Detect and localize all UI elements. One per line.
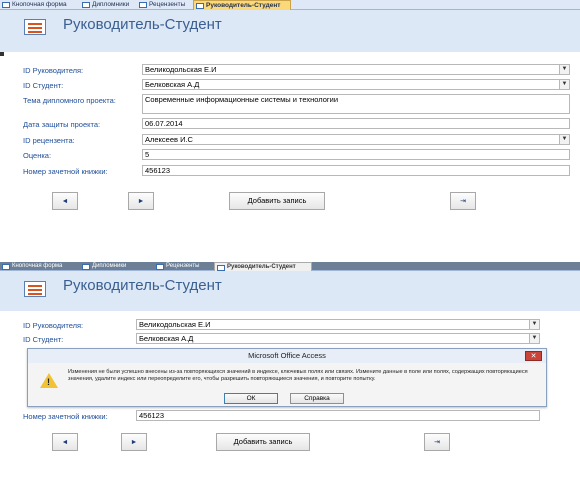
student-combo[interactable]: Белковская А.Д ▼ <box>136 333 540 344</box>
topic-field[interactable]: Современные информационные системы и тех… <box>142 94 570 114</box>
supervisor-combo[interactable]: Великодольская Е.И ▼ <box>142 64 570 75</box>
form-icon <box>196 3 204 9</box>
form-title: Руководитель-Студент <box>63 16 222 33</box>
form-icon <box>24 281 46 297</box>
record-book-label: Номер зачетной книжки: <box>23 412 108 421</box>
previous-record-button[interactable]: ◄ <box>52 433 78 451</box>
add-record-button[interactable]: Добавить запись <box>216 433 310 451</box>
record-book-field[interactable]: 456123 <box>142 165 570 176</box>
table-icon <box>156 264 164 270</box>
tab-graduates[interactable]: Дипломники <box>80 262 138 271</box>
close-icon[interactable]: ✕ <box>525 351 542 361</box>
student-combo[interactable]: Белковская А.Д ▼ <box>142 79 570 90</box>
arrow-right-icon: ► <box>130 439 138 446</box>
help-button[interactable]: Справка <box>290 393 344 404</box>
tab-reviewers[interactable]: Рецензенты <box>137 0 191 10</box>
form-icon <box>2 2 10 8</box>
access-form-screen-1: Кнопочная форма Дипломники Рецензенты Ру… <box>0 0 580 215</box>
arrow-left-icon: ◄ <box>61 439 69 446</box>
chevron-down-icon[interactable]: ▼ <box>529 320 539 329</box>
dialog-message: Изменения не были успешно внесены из-за … <box>68 369 528 382</box>
form-icon <box>24 19 46 35</box>
tab-switchboard[interactable]: Кнопочная форма <box>0 0 78 10</box>
topic-label: Тема дипломного проекта: <box>23 96 116 105</box>
arrow-left-icon: ◄ <box>61 198 69 205</box>
form-title: Руководитель-Студент <box>63 277 222 294</box>
record-book-label: Номер зачетной книжки: <box>23 167 108 176</box>
exit-button[interactable]: ⇥ <box>424 433 450 451</box>
tab-graduates[interactable]: Дипломники <box>80 0 135 10</box>
record-book-field[interactable]: 456123 <box>136 410 540 421</box>
next-record-button[interactable]: ► <box>121 433 147 451</box>
dialog-title: Microsoft Office Access <box>28 349 546 363</box>
reviewer-combo[interactable]: Алексеев И.С ▼ <box>142 134 570 145</box>
supervisor-combo[interactable]: Великодольская Е.И ▼ <box>136 319 540 330</box>
exit-door-icon: ⇥ <box>460 198 466 205</box>
previous-record-button[interactable]: ◄ <box>52 192 78 210</box>
document-tab-bar: Кнопочная форма Дипломники Рецензенты Ру… <box>0 262 580 271</box>
form-header: Руководитель-Студент <box>0 10 580 52</box>
tab-reviewers[interactable]: Рецензенты <box>154 262 210 271</box>
student-label: ID Студент: <box>23 335 64 344</box>
next-record-button[interactable]: ► <box>128 192 154 210</box>
supervisor-label: ID Руководителя: <box>23 66 84 75</box>
warning-exclamation: ! <box>47 377 50 387</box>
tab-supervisor-student[interactable]: Руководитель-Студент <box>214 262 312 271</box>
tab-switchboard[interactable]: Кнопочная форма <box>0 262 78 271</box>
table-icon <box>139 2 147 8</box>
supervisor-label: ID Руководителя: <box>23 321 84 330</box>
table-icon <box>82 264 90 270</box>
chevron-down-icon[interactable]: ▼ <box>529 334 539 343</box>
exit-button[interactable]: ⇥ <box>450 192 476 210</box>
exit-door-icon: ⇥ <box>434 439 440 446</box>
chevron-down-icon[interactable]: ▼ <box>559 135 569 144</box>
ok-button[interactable]: ОК <box>224 393 278 404</box>
document-tab-bar: Кнопочная форма Дипломники Рецензенты Ру… <box>0 0 580 10</box>
tab-supervisor-student[interactable]: Руководитель-Студент <box>193 0 291 10</box>
form-icon <box>2 264 10 270</box>
error-dialog: Microsoft Office Access ✕ ! Изменения не… <box>27 348 547 407</box>
chevron-down-icon[interactable]: ▼ <box>559 65 569 74</box>
grade-field[interactable]: 5 <box>142 149 570 160</box>
grade-label: Оценка: <box>23 151 52 160</box>
arrow-right-icon: ► <box>137 198 145 205</box>
table-icon <box>82 2 90 8</box>
add-record-button[interactable]: Добавить запись <box>229 192 325 210</box>
chevron-down-icon[interactable]: ▼ <box>559 80 569 89</box>
defense-date-field[interactable]: 06.07.2014 <box>142 118 570 129</box>
student-label: ID Студент: <box>23 81 64 90</box>
reviewer-label: ID рецензента: <box>23 136 75 145</box>
form-header: Руководитель-Студент <box>0 271 580 311</box>
defense-date-label: Дата защиты проекта: <box>23 120 101 129</box>
